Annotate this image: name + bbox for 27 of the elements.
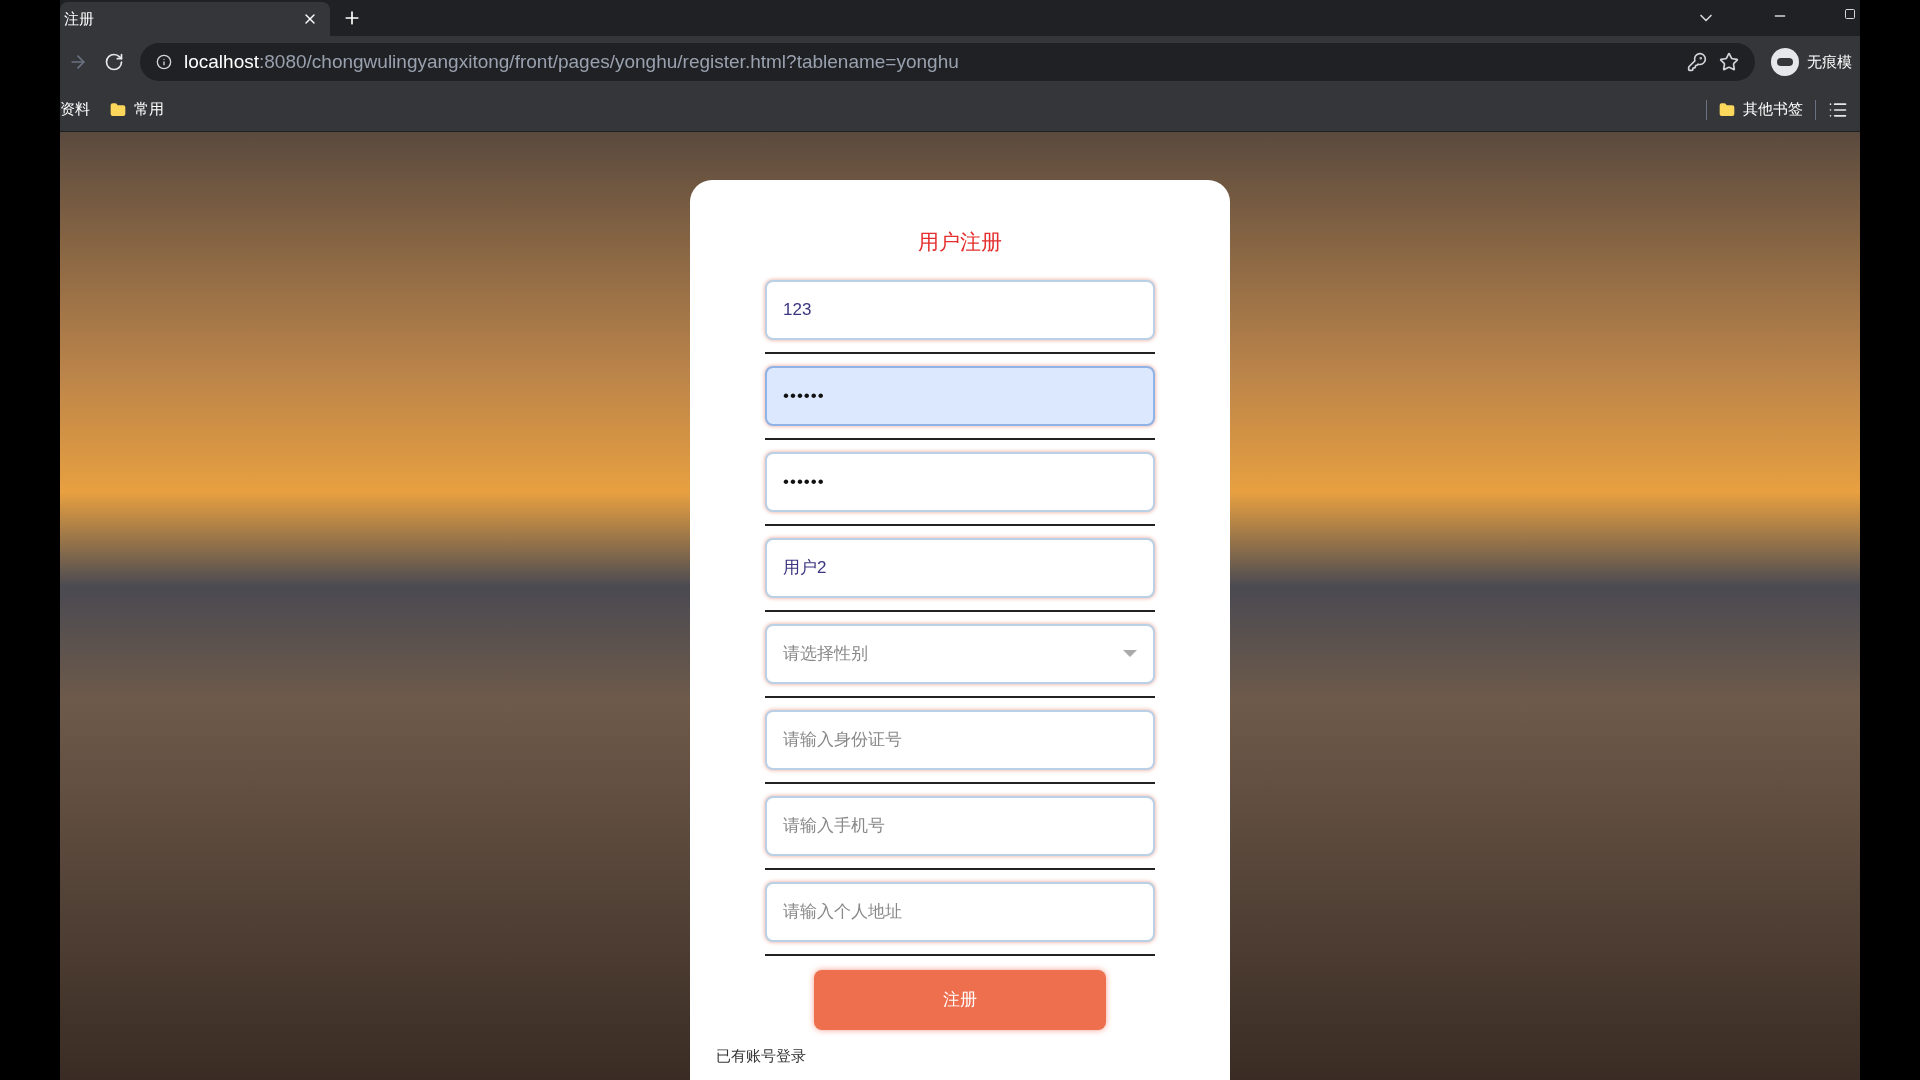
profile-label[interactable]: 无痕模 bbox=[1807, 50, 1852, 74]
bookmark-star-icon[interactable] bbox=[1719, 52, 1739, 72]
address-bar[interactable]: localhost:8080/chongwulingyangxitong/front/pages/yonghu/register.html?tablename=yonghu bbox=[140, 43, 1755, 81]
input-field[interactable]: •••••• bbox=[765, 451, 1155, 512]
folder-icon bbox=[1719, 101, 1735, 118]
restore-icon[interactable] bbox=[1844, 8, 1856, 20]
bookmark-item[interactable]: 常用 bbox=[110, 98, 164, 121]
incognito-icon[interactable] bbox=[1771, 48, 1799, 76]
browser-tab[interactable]: 注册 bbox=[60, 2, 330, 36]
bookmark-item[interactable]: 其他书签 bbox=[1719, 98, 1803, 121]
dropdown-caret-icon bbox=[1123, 650, 1137, 657]
bookmark-item[interactable]: 资料 bbox=[60, 98, 90, 121]
input-field[interactable]: 请输入手机号 bbox=[765, 795, 1155, 856]
input-field[interactable]: 用户2 bbox=[765, 537, 1155, 598]
tab-title: 注册 bbox=[64, 8, 95, 29]
input-field[interactable]: 123 bbox=[765, 279, 1155, 340]
info-icon bbox=[156, 54, 172, 70]
key-icon[interactable] bbox=[1687, 52, 1707, 72]
url-text: localhost:8080/chongwulingyangxitong/front/pages/yonghu/register.html?tablename=yonghu bbox=[184, 49, 960, 74]
input-field[interactable]: •••••• bbox=[765, 365, 1155, 426]
input-field[interactable]: 请输入身份证号 bbox=[765, 709, 1155, 770]
form-title: 用户注册 bbox=[918, 229, 1002, 255]
input-field[interactable]: 请输入个人地址 bbox=[765, 881, 1155, 942]
login-link[interactable]: 已有账号登录 bbox=[716, 1046, 806, 1064]
folder-icon bbox=[110, 101, 126, 118]
gender-select[interactable]: 请选择性别 bbox=[765, 623, 1155, 684]
reload-icon[interactable] bbox=[104, 52, 124, 72]
